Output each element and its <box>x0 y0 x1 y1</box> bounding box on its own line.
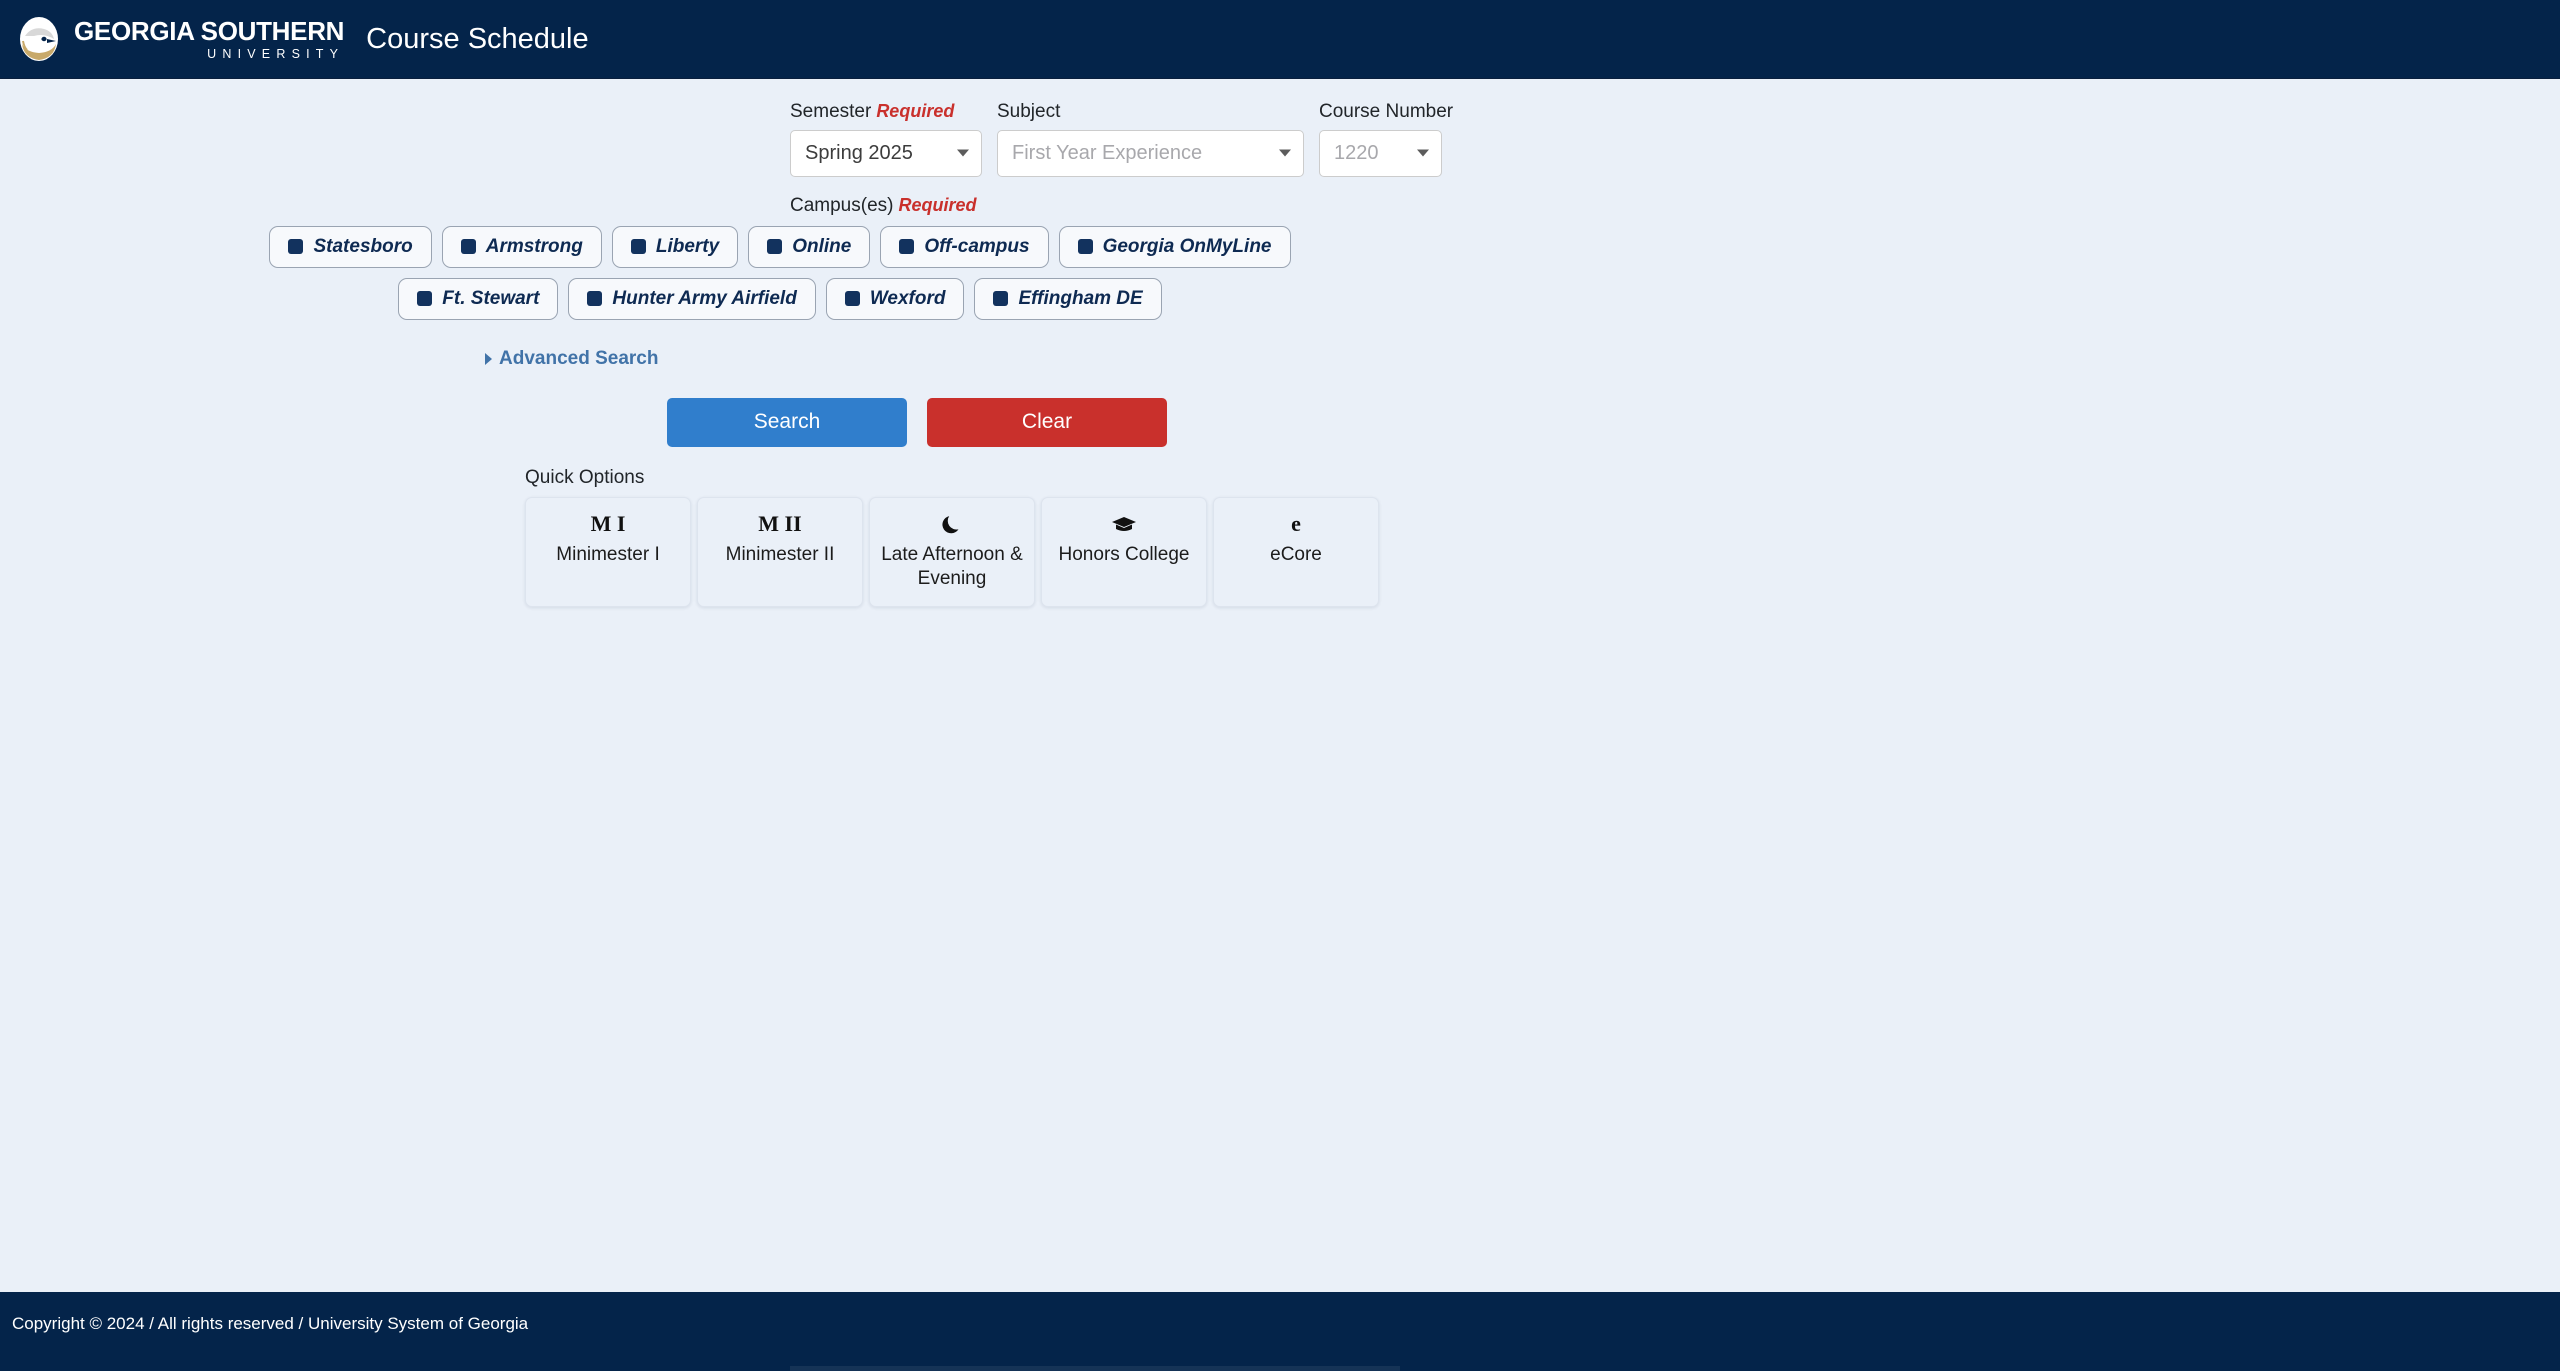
course-number-label: Course Number <box>1319 101 1454 122</box>
subject-label: Subject <box>997 101 1061 122</box>
advanced-search-toggle[interactable]: Advanced Search <box>485 348 658 370</box>
semester-selected-value: Spring 2025 <box>805 141 913 164</box>
search-form: Semester Required Spring 2025 Subject Fir… <box>0 79 2560 608</box>
quick-option-honors-college[interactable]: Honors College <box>1041 496 1207 608</box>
campus-button-effingham-de[interactable]: Effingham DE <box>974 277 1162 320</box>
horizontal-scrollbar[interactable] <box>790 1366 1400 1371</box>
quick-option-label: Minimester I <box>556 543 660 565</box>
campus-button-group: Statesboro Armstrong Liberty Online Off-… <box>0 225 2060 320</box>
subject-selected-value: First Year Experience <box>1012 141 1203 164</box>
campus-required-badge: Required <box>898 194 977 215</box>
campus-button-off-campus[interactable]: Off-campus <box>880 225 1049 268</box>
logo-wordmark: GEORGIA SOUTHERN UNIVERSITY <box>74 18 344 61</box>
campus-button-online[interactable]: Online <box>748 225 871 268</box>
campus-button-statesboro[interactable]: Statesboro <box>269 225 432 268</box>
quick-options-label: Quick Options <box>525 466 645 488</box>
main-content: Semester Required Spring 2025 Subject Fir… <box>0 79 2560 608</box>
checkbox-icon <box>844 291 860 307</box>
page-title: Course Schedule <box>366 22 589 55</box>
campus-button-label: Wexford <box>869 287 946 309</box>
campus-button-label: Ft. Stewart <box>442 287 540 309</box>
campus-button-label: Armstrong <box>485 235 583 257</box>
advanced-search-label: Advanced Search <box>499 347 659 369</box>
quick-option-label: Late Afternoon & Evening <box>881 543 1023 589</box>
quick-option-label: Honors College <box>1058 543 1190 565</box>
checkbox-icon <box>460 239 476 255</box>
quick-option-label: eCore <box>1270 543 1322 565</box>
campus-button-label: Effingham DE <box>1018 287 1143 309</box>
semester-select[interactable]: Spring 2025 <box>790 129 982 177</box>
search-button[interactable]: Search <box>667 397 907 447</box>
campus-button-label: Online <box>792 235 852 257</box>
quick-options-list: M I Minimester I M II Minimester II Late… <box>525 496 2560 608</box>
campus-button-armstrong[interactable]: Armstrong <box>441 225 602 268</box>
campus-label: Campus(es) Required <box>790 195 2560 217</box>
quick-option-minimester-2[interactable]: M II Minimester II <box>697 496 863 608</box>
chevron-right-icon <box>485 352 492 365</box>
quick-option-minimester-1[interactable]: M I Minimester I <box>525 496 691 608</box>
campus-button-liberty[interactable]: Liberty <box>611 225 739 268</box>
checkbox-icon <box>630 239 646 255</box>
campus-row-2: Ft. Stewart Hunter Army Airfield Wexford… <box>398 277 1162 320</box>
minimester-1-icon: M I <box>590 510 626 536</box>
semester-label: Semester Required <box>790 101 982 123</box>
subject-select[interactable]: First Year Experience <box>997 129 1304 177</box>
brand-logo[interactable]: GEORGIA SOUTHERN UNIVERSITY <box>14 14 366 64</box>
checkbox-icon <box>767 239 783 255</box>
quick-option-label: Minimester II <box>725 543 835 565</box>
georgia-southern-eagle-logo-icon <box>14 14 64 64</box>
campus-button-label: Hunter Army Airfield <box>612 287 797 309</box>
chevron-down-icon <box>1279 149 1291 157</box>
ecore-icon: e <box>1291 510 1301 536</box>
form-actions: Search Clear <box>667 397 2560 447</box>
checkbox-icon <box>899 239 915 255</box>
campus-button-hunter-army-airfield[interactable]: Hunter Army Airfield <box>568 277 816 320</box>
checkbox-icon <box>993 291 1009 307</box>
semester-required-badge: Required <box>876 101 955 121</box>
campus-button-ft-stewart[interactable]: Ft. Stewart <box>398 277 559 320</box>
checkbox-icon <box>288 239 304 255</box>
quick-options-section: Quick Options M I Minimester I M II Mini… <box>525 467 2560 608</box>
campus-label-text: Campus(es) <box>790 194 894 216</box>
campus-row-1: Statesboro Armstrong Liberty Online Off-… <box>269 225 1291 268</box>
campus-button-label: Off-campus <box>924 235 1030 257</box>
chevron-down-icon <box>1417 149 1429 157</box>
quick-option-late-afternoon-evening[interactable]: Late Afternoon & Evening <box>869 496 1035 608</box>
chevron-down-icon <box>957 149 969 157</box>
copyright-text: Copyright © 2024 / All rights reserved /… <box>12 1314 529 1333</box>
checkbox-icon <box>1077 239 1093 255</box>
campus-button-label: Liberty <box>655 235 720 257</box>
course-number-selected-value: 1220 <box>1334 141 1379 164</box>
campus-button-label: Georgia OnMyLine <box>1102 235 1272 257</box>
logo-line-secondary: UNIVERSITY <box>207 46 345 61</box>
campus-section: Campus(es) Required Statesboro Armstrong … <box>269 195 2560 320</box>
site-footer: Copyright © 2024 / All rights reserved /… <box>0 1292 2560 1371</box>
semester-field-group: Semester Required Spring 2025 <box>790 101 982 177</box>
moon-icon <box>942 511 962 537</box>
checkbox-icon <box>417 291 433 307</box>
campus-button-label: Statesboro <box>313 235 413 257</box>
subject-field-group: Subject First Year Experience <box>997 101 1304 177</box>
site-header: GEORGIA SOUTHERN UNIVERSITY Course Sched… <box>0 0 2560 79</box>
clear-button[interactable]: Clear <box>927 397 1167 447</box>
semester-label-text: Semester <box>790 101 872 122</box>
graduation-cap-icon <box>1111 511 1137 537</box>
minimester-2-icon: M II <box>758 510 802 536</box>
quick-option-ecore[interactable]: e eCore <box>1213 496 1379 608</box>
checkbox-icon <box>587 291 603 307</box>
logo-line-primary: GEORGIA SOUTHERN <box>74 15 345 46</box>
campus-button-wexford[interactable]: Wexford <box>825 277 965 320</box>
campus-button-georgia-onmyline[interactable]: Georgia OnMyLine <box>1058 225 1291 268</box>
primary-filters-row: Semester Required Spring 2025 Subject Fir… <box>790 101 2560 177</box>
course-number-select[interactable]: 1220 <box>1319 129 1442 177</box>
course-number-field-group: Course Number 1220 <box>1319 101 1454 177</box>
